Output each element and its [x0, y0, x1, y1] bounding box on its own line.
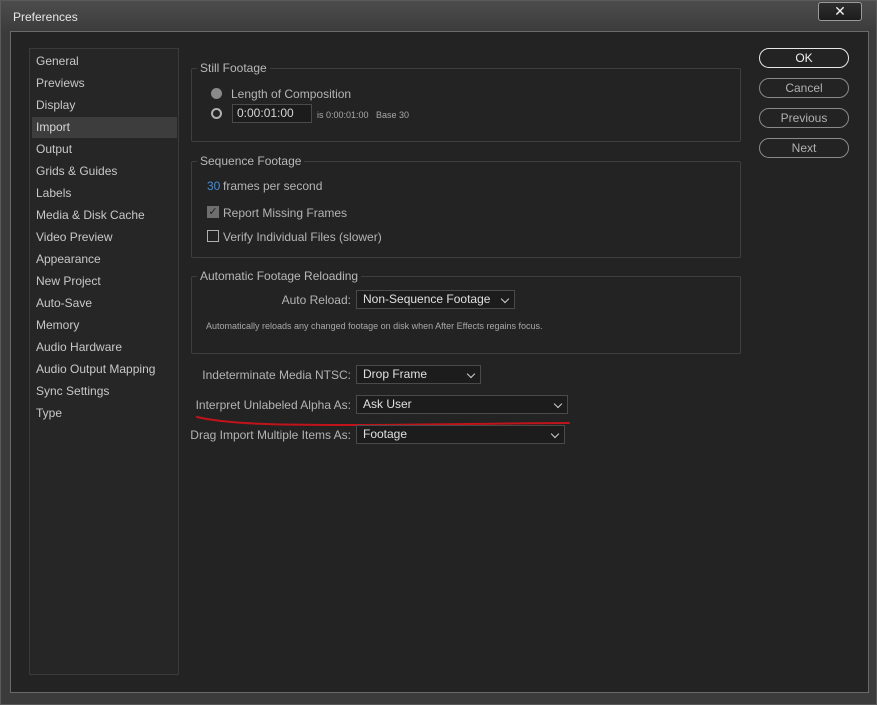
report-missing-frames-label: Report Missing Frames	[223, 206, 348, 220]
ntsc-value: Drop Frame	[363, 367, 428, 381]
sidebar-item-new-project[interactable]: New Project	[32, 271, 177, 292]
preferences-window: Preferences ✕ General Previews Display I…	[0, 0, 877, 705]
sidebar-item-grids-guides[interactable]: Grids & Guides	[32, 161, 177, 182]
fps-label: frames per second	[223, 179, 323, 193]
sidebar-item-audio-hardware[interactable]: Audio Hardware	[32, 337, 177, 358]
duration-field[interactable]: 0:00:01:00	[232, 104, 312, 123]
close-icon: ✕	[834, 3, 846, 19]
base-info: Base 30	[376, 110, 410, 120]
ntsc-dropdown[interactable]: Drop Frame	[356, 365, 481, 384]
auto-reload-value: Non-Sequence Footage	[363, 292, 491, 306]
fps-value[interactable]: 30	[207, 179, 220, 193]
sidebar-item-media-disk-cache[interactable]: Media & Disk Cache	[32, 205, 177, 226]
sidebar-item-sync-settings[interactable]: Sync Settings	[32, 381, 177, 402]
chevron-down-icon	[466, 369, 476, 379]
sequence-footage-title: Sequence Footage	[197, 154, 305, 168]
still-footage-title: Still Footage	[197, 61, 270, 75]
cancel-button[interactable]: Cancel	[759, 78, 849, 98]
chevron-down-icon	[553, 399, 563, 409]
sidebar-item-audio-output-mapping[interactable]: Audio Output Mapping	[32, 359, 177, 380]
next-button[interactable]: Next	[759, 138, 849, 158]
auto-reload-title: Automatic Footage Reloading	[197, 269, 362, 283]
alpha-label: Interpret Unlabeled Alpha As:	[195, 398, 351, 412]
radio-custom-duration[interactable]	[211, 108, 222, 119]
verify-files-checkbox[interactable]	[207, 230, 219, 242]
sidebar-item-labels[interactable]: Labels	[32, 183, 177, 204]
title-bar[interactable]: Preferences ✕	[1, 1, 876, 31]
drag-import-value: Footage	[363, 427, 408, 441]
sidebar-item-type[interactable]: Type	[32, 403, 177, 424]
previous-button[interactable]: Previous	[759, 108, 849, 128]
length-of-composition-label: Length of Composition	[231, 87, 352, 101]
sidebar-item-video-preview[interactable]: Video Preview	[32, 227, 177, 248]
alpha-value: Ask User	[363, 397, 412, 411]
verify-files-label: Verify Individual Files (slower)	[223, 230, 382, 244]
window-title: Preferences	[13, 10, 78, 24]
chevron-down-icon	[500, 294, 510, 304]
ok-button[interactable]: OK	[759, 48, 849, 68]
sidebar-item-memory[interactable]: Memory	[32, 315, 177, 336]
auto-reload-group	[191, 276, 741, 354]
duration-info: is 0:00:01:00	[317, 110, 369, 120]
sidebar-item-previews[interactable]: Previews	[32, 73, 177, 94]
sidebar-item-output[interactable]: Output	[32, 139, 177, 160]
chevron-down-icon	[550, 429, 560, 439]
sidebar-item-auto-save[interactable]: Auto-Save	[32, 293, 177, 314]
close-button[interactable]: ✕	[818, 2, 862, 21]
auto-reload-dropdown[interactable]: Non-Sequence Footage	[356, 290, 515, 309]
auto-reload-description: Automatically reloads any changed footag…	[206, 321, 543, 331]
radio-length-of-composition[interactable]	[211, 88, 222, 99]
ntsc-label: Indeterminate Media NTSC:	[202, 368, 351, 382]
drag-import-label: Drag Import Multiple Items As:	[190, 428, 351, 442]
category-sidebar: General Previews Display Import Output G…	[29, 48, 179, 675]
sidebar-item-import[interactable]: Import	[32, 117, 177, 138]
drag-import-dropdown[interactable]: Footage	[356, 425, 565, 444]
sidebar-item-general[interactable]: General	[32, 51, 177, 72]
report-missing-frames-checkbox[interactable]: ✓	[207, 206, 219, 218]
sidebar-item-display[interactable]: Display	[32, 95, 177, 116]
auto-reload-label: Auto Reload:	[281, 293, 351, 307]
sidebar-item-appearance[interactable]: Appearance	[32, 249, 177, 270]
